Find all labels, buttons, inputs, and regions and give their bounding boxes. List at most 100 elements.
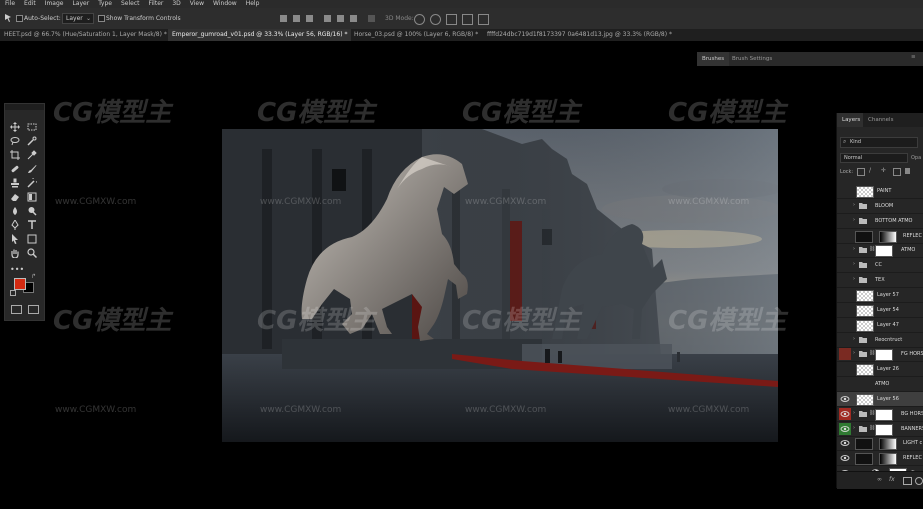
- layer-row[interactable]: › BOTTOM ATMO: [837, 214, 923, 229]
- layer-row[interactable]: › CC: [837, 258, 923, 274]
- menu-item-view[interactable]: View: [190, 1, 204, 7]
- layer-thumbnail[interactable]: [856, 319, 874, 332]
- 3d-scale-icon[interactable]: [478, 14, 489, 25]
- tab-heet[interactable]: HEET.psd @ 66.7% (Hue/Saturation 1, Laye…: [0, 29, 171, 41]
- align-right-icon[interactable]: [350, 15, 357, 22]
- align-left-icon[interactable]: [324, 15, 331, 22]
- 3d-rotate-icon[interactable]: [414, 14, 425, 25]
- align-vertical-center-icon[interactable]: [293, 15, 300, 22]
- quick-select-tool-icon[interactable]: [27, 136, 37, 146]
- menu-item-filter[interactable]: Filter: [149, 1, 164, 7]
- chevron-right-icon[interactable]: ›: [853, 336, 855, 342]
- move-tool-icon[interactable]: [4, 13, 14, 23]
- layer-thumbnail[interactable]: [855, 438, 873, 451]
- layer-row[interactable]: › ⛓ BANNERS: [837, 422, 923, 437]
- layer-row[interactable]: ATMO: [837, 377, 923, 393]
- hand-tool-icon[interactable]: [10, 248, 20, 259]
- layer-mask-thumbnail[interactable]: [879, 230, 897, 243]
- gradient-tool-icon[interactable]: [27, 192, 37, 202]
- visibility-eye-icon[interactable]: [839, 393, 851, 405]
- menu-item-help[interactable]: Help: [246, 1, 260, 7]
- brush-tool-icon[interactable]: [27, 164, 37, 174]
- layer-thumbnail[interactable]: [856, 364, 874, 377]
- tab-brushes[interactable]: Brushes: [702, 56, 724, 62]
- blur-tool-icon[interactable]: [10, 206, 20, 216]
- clone-stamp-tool-icon[interactable]: [10, 178, 20, 188]
- menu-item-file[interactable]: File: [5, 1, 15, 7]
- chevron-right-icon[interactable]: ›: [853, 202, 855, 208]
- visibility-eye-icon[interactable]: [839, 407, 851, 420]
- layer-thumbnail[interactable]: [855, 230, 873, 243]
- lock-position-icon[interactable]: ✛: [881, 168, 886, 174]
- link-layers-icon[interactable]: ∞: [877, 476, 882, 483]
- layer-row[interactable]: PAINT: [837, 184, 923, 199]
- align-horizontal-center-icon[interactable]: [337, 15, 344, 22]
- menu-item-layer[interactable]: Layer: [72, 1, 89, 7]
- visibility-eye-icon[interactable]: [839, 422, 851, 435]
- auto-select-checkbox[interactable]: [16, 15, 23, 22]
- chevron-right-icon[interactable]: ›: [853, 425, 855, 431]
- visibility-eye-icon[interactable]: [839, 437, 851, 449]
- visibility-eye-icon[interactable]: [839, 289, 851, 301]
- swap-colors-icon[interactable]: ↱: [31, 273, 36, 280]
- default-colors-icon[interactable]: [10, 290, 16, 296]
- lock-pixels-icon[interactable]: /: [869, 168, 871, 174]
- transform-controls-checkbox[interactable]: [98, 15, 105, 22]
- visibility-eye-icon[interactable]: [839, 363, 851, 375]
- eyedropper-tool-icon[interactable]: [27, 150, 37, 160]
- path-select-tool-icon[interactable]: [10, 234, 20, 244]
- 3d-slide-icon[interactable]: [462, 14, 473, 25]
- chevron-right-icon[interactable]: ›: [853, 350, 855, 356]
- layer-row[interactable]: › BLOOM: [837, 199, 923, 214]
- shape-tool-icon[interactable]: [27, 234, 37, 244]
- layer-row[interactable]: Layer 54: [837, 303, 923, 318]
- visibility-eye-icon[interactable]: [839, 304, 851, 316]
- auto-select-target-dropdown[interactable]: Layer ⌄: [62, 13, 94, 24]
- marquee-tool-icon[interactable]: [27, 122, 37, 132]
- layer-row[interactable]: Layer 47: [837, 318, 923, 333]
- 3d-pan-icon[interactable]: [446, 14, 457, 25]
- layer-thumbnail[interactable]: [856, 289, 874, 302]
- visibility-eye-icon[interactable]: [839, 200, 851, 212]
- menu-item-select[interactable]: Select: [121, 1, 140, 7]
- tab-layers[interactable]: Layers: [842, 117, 860, 123]
- menu-item-edit[interactable]: Edit: [24, 1, 36, 7]
- menu-item-type[interactable]: Type: [98, 1, 112, 7]
- layer-thumbnail[interactable]: [856, 393, 874, 406]
- visibility-eye-icon[interactable]: [839, 215, 851, 227]
- document-canvas[interactable]: [222, 129, 778, 442]
- foreground-color-swatch[interactable]: [14, 278, 26, 290]
- type-tool-icon[interactable]: [27, 220, 37, 230]
- visibility-eye-icon[interactable]: [839, 334, 851, 346]
- layer-row[interactable]: LIGHT c: [837, 436, 923, 452]
- chevron-right-icon[interactable]: ›: [853, 276, 855, 282]
- healing-brush-tool-icon[interactable]: [10, 164, 20, 174]
- add-mask-icon[interactable]: [903, 477, 912, 485]
- distribute-icon[interactable]: [368, 15, 375, 22]
- layer-row[interactable]: Layer 56: [837, 391, 923, 407]
- layer-mask-thumbnail[interactable]: [875, 245, 893, 258]
- layer-row[interactable]: › TEX: [837, 273, 923, 289]
- align-top-icon[interactable]: [280, 15, 287, 22]
- visibility-eye-icon[interactable]: [839, 378, 851, 390]
- visibility-eye-icon[interactable]: [839, 348, 851, 361]
- visibility-eye-icon[interactable]: [839, 319, 851, 331]
- chevron-right-icon[interactable]: ›: [853, 410, 855, 416]
- layer-thumbnail[interactable]: [856, 304, 874, 317]
- layer-thumbnail[interactable]: [855, 453, 873, 466]
- layer-mask-thumbnail[interactable]: [875, 349, 893, 362]
- tab-channels[interactable]: Channels: [868, 117, 893, 123]
- visibility-eye-icon[interactable]: [839, 185, 851, 197]
- layer-row[interactable]: Layer 57: [837, 288, 923, 303]
- menu-item-3d[interactable]: 3D: [172, 1, 180, 7]
- pen-tool-icon[interactable]: [10, 219, 20, 230]
- blend-mode-dropdown[interactable]: Normal: [840, 153, 908, 163]
- layer-row[interactable]: Layer 26: [837, 362, 923, 378]
- visibility-eye-icon[interactable]: [839, 274, 851, 286]
- layer-row[interactable]: › ⛓ FG HORS: [837, 347, 923, 363]
- lock-artboard-icon[interactable]: [893, 168, 901, 176]
- screen-mode-icon[interactable]: [28, 305, 39, 314]
- tools-panel-grip[interactable]: [5, 104, 44, 110]
- layer-mask-thumbnail[interactable]: [879, 438, 897, 451]
- layer-row[interactable]: › Reocntruct: [837, 333, 923, 348]
